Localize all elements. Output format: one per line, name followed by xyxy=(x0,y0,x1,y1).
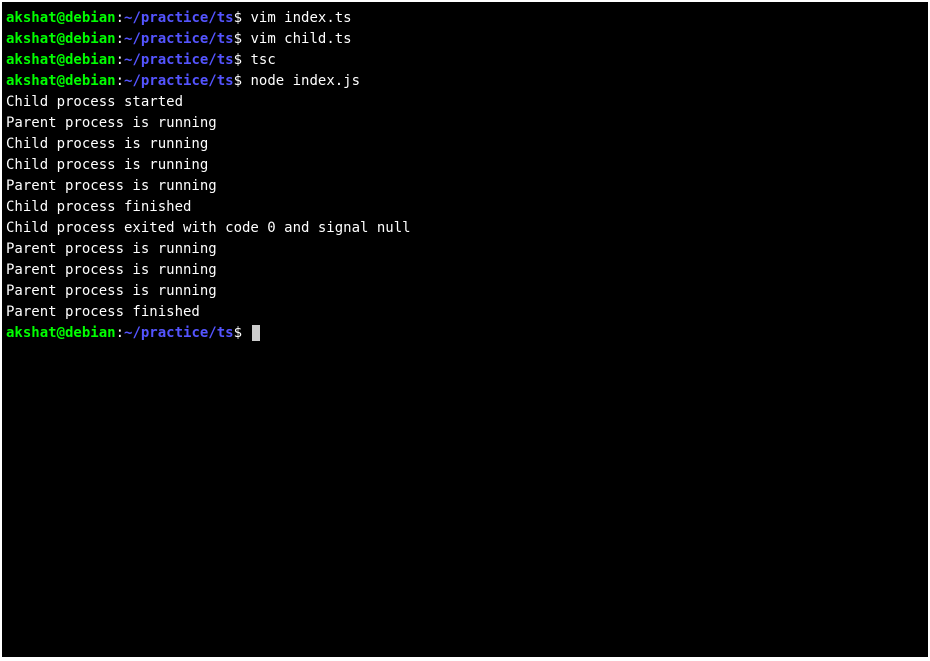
output-text: Parent process is running xyxy=(6,241,217,257)
prompt-user: akshat@debian xyxy=(6,52,116,68)
prompt-colon: : xyxy=(116,52,124,68)
terminal-line: Parent process is running xyxy=(6,281,924,302)
terminal-line: Parent process is running xyxy=(6,113,924,134)
output-text: Child process exited with code 0 and sig… xyxy=(6,220,411,236)
command-text: vim child.ts xyxy=(242,31,352,47)
prompt-user: akshat@debian xyxy=(6,325,116,341)
output-text: Child process is running xyxy=(6,157,208,173)
prompt-path: ~/practice/ts xyxy=(124,52,234,68)
output-text: Child process is running xyxy=(6,136,208,152)
prompt-dollar: $ xyxy=(234,73,242,89)
prompt-user: akshat@debian xyxy=(6,10,116,26)
command-text: vim index.ts xyxy=(242,10,352,26)
terminal-line: Parent process finished xyxy=(6,302,924,323)
command-text: tsc xyxy=(242,52,276,68)
output-text: Parent process is running xyxy=(6,262,217,278)
terminal-content: akshat@debian:~/practice/ts$ vim index.t… xyxy=(6,8,924,344)
prompt-dollar: $ xyxy=(234,10,242,26)
terminal-line: Parent process is running xyxy=(6,176,924,197)
prompt-colon: : xyxy=(116,10,124,26)
prompt-colon: : xyxy=(116,73,124,89)
prompt-colon: : xyxy=(116,31,124,47)
cursor-icon xyxy=(252,325,260,341)
output-text: Parent process is running xyxy=(6,115,217,131)
prompt-colon: : xyxy=(116,325,124,341)
terminal-line: Parent process is running xyxy=(6,239,924,260)
prompt-dollar: $ xyxy=(234,325,242,341)
terminal-line: akshat@debian:~/practice/ts$ vim child.t… xyxy=(6,29,924,50)
prompt-path: ~/practice/ts xyxy=(124,73,234,89)
output-text: Parent process is running xyxy=(6,283,217,299)
terminal-line: akshat@debian:~/practice/ts$ tsc xyxy=(6,50,924,71)
prompt-path: ~/practice/ts xyxy=(124,10,234,26)
command-text: node index.js xyxy=(242,73,360,89)
command-text xyxy=(242,325,250,341)
terminal-line: Child process started xyxy=(6,92,924,113)
terminal-line: Child process is running xyxy=(6,134,924,155)
terminal-line: Child process finished xyxy=(6,197,924,218)
terminal-line: Parent process is running xyxy=(6,260,924,281)
output-text: Parent process is running xyxy=(6,178,217,194)
output-text: Child process started xyxy=(6,94,183,110)
terminal-line: akshat@debian:~/practice/ts$ xyxy=(6,323,924,344)
output-text: Parent process finished xyxy=(6,304,200,320)
output-text: Child process finished xyxy=(6,199,191,215)
prompt-path: ~/practice/ts xyxy=(124,31,234,47)
terminal-window[interactable]: akshat@debian:~/practice/ts$ vim index.t… xyxy=(2,2,928,657)
prompt-path: ~/practice/ts xyxy=(124,325,234,341)
prompt-user: akshat@debian xyxy=(6,73,116,89)
terminal-line: akshat@debian:~/practice/ts$ vim index.t… xyxy=(6,8,924,29)
terminal-line: Child process exited with code 0 and sig… xyxy=(6,218,924,239)
prompt-user: akshat@debian xyxy=(6,31,116,47)
terminal-line: akshat@debian:~/practice/ts$ node index.… xyxy=(6,71,924,92)
terminal-line: Child process is running xyxy=(6,155,924,176)
prompt-dollar: $ xyxy=(234,52,242,68)
prompt-dollar: $ xyxy=(234,31,242,47)
